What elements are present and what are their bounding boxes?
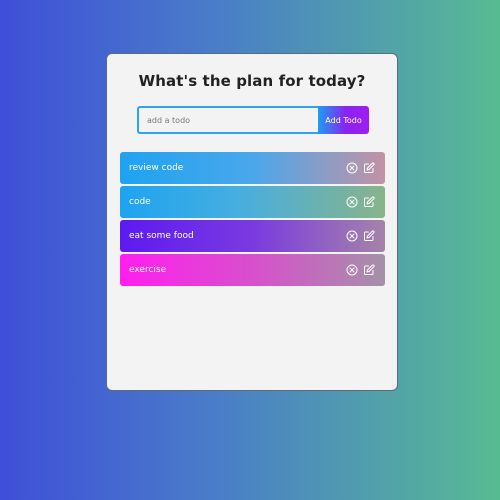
todo-actions [346, 196, 375, 208]
todo-actions [346, 162, 375, 174]
todo-item[interactable]: eat some food [120, 220, 385, 252]
edit-icon[interactable] [363, 230, 375, 242]
close-circle-icon[interactable] [346, 230, 358, 242]
app-title: What's the plan for today? [138, 72, 366, 90]
close-circle-icon[interactable] [346, 196, 358, 208]
add-todo-button[interactable]: Add Todo [318, 106, 369, 134]
todo-text: eat some food [129, 231, 194, 241]
todo-item[interactable]: exercise [120, 254, 385, 286]
todo-item[interactable]: review code [120, 152, 385, 184]
todo-text: exercise [129, 265, 167, 275]
todo-form: Add Todo [137, 106, 369, 134]
todo-text: review code [129, 163, 184, 173]
todo-text: code [129, 197, 151, 207]
close-circle-icon[interactable] [346, 264, 358, 276]
edit-icon[interactable] [363, 162, 375, 174]
todo-actions [346, 230, 375, 242]
edit-icon[interactable] [363, 264, 375, 276]
todo-app-card: What's the plan for today? Add Todo revi… [106, 53, 398, 391]
todo-actions [346, 264, 375, 276]
edit-icon[interactable] [363, 196, 375, 208]
todo-input[interactable] [137, 106, 318, 134]
todo-list: review code code eat some food exercise [120, 152, 385, 288]
close-circle-icon[interactable] [346, 162, 358, 174]
todo-item[interactable]: code [120, 186, 385, 218]
